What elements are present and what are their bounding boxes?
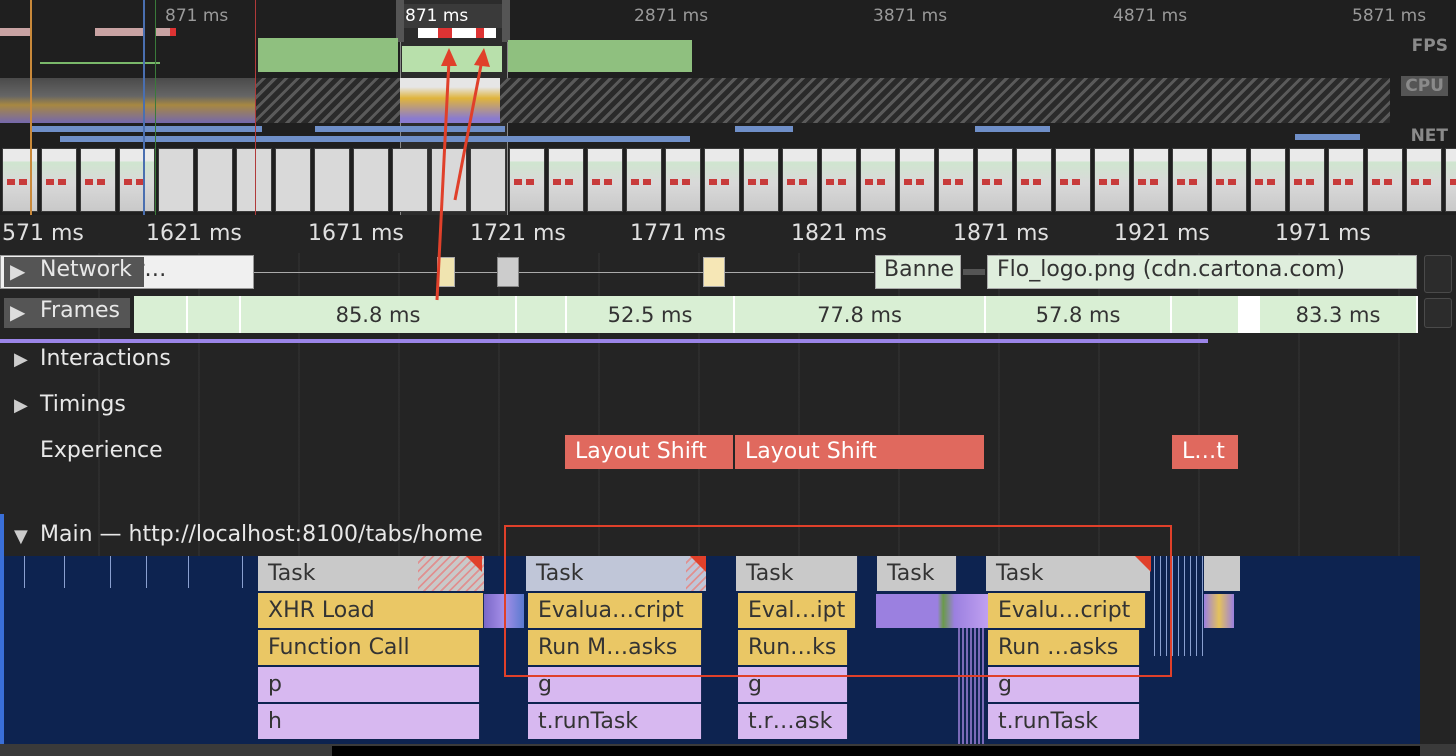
annotation-arrows	[435, 48, 490, 301]
